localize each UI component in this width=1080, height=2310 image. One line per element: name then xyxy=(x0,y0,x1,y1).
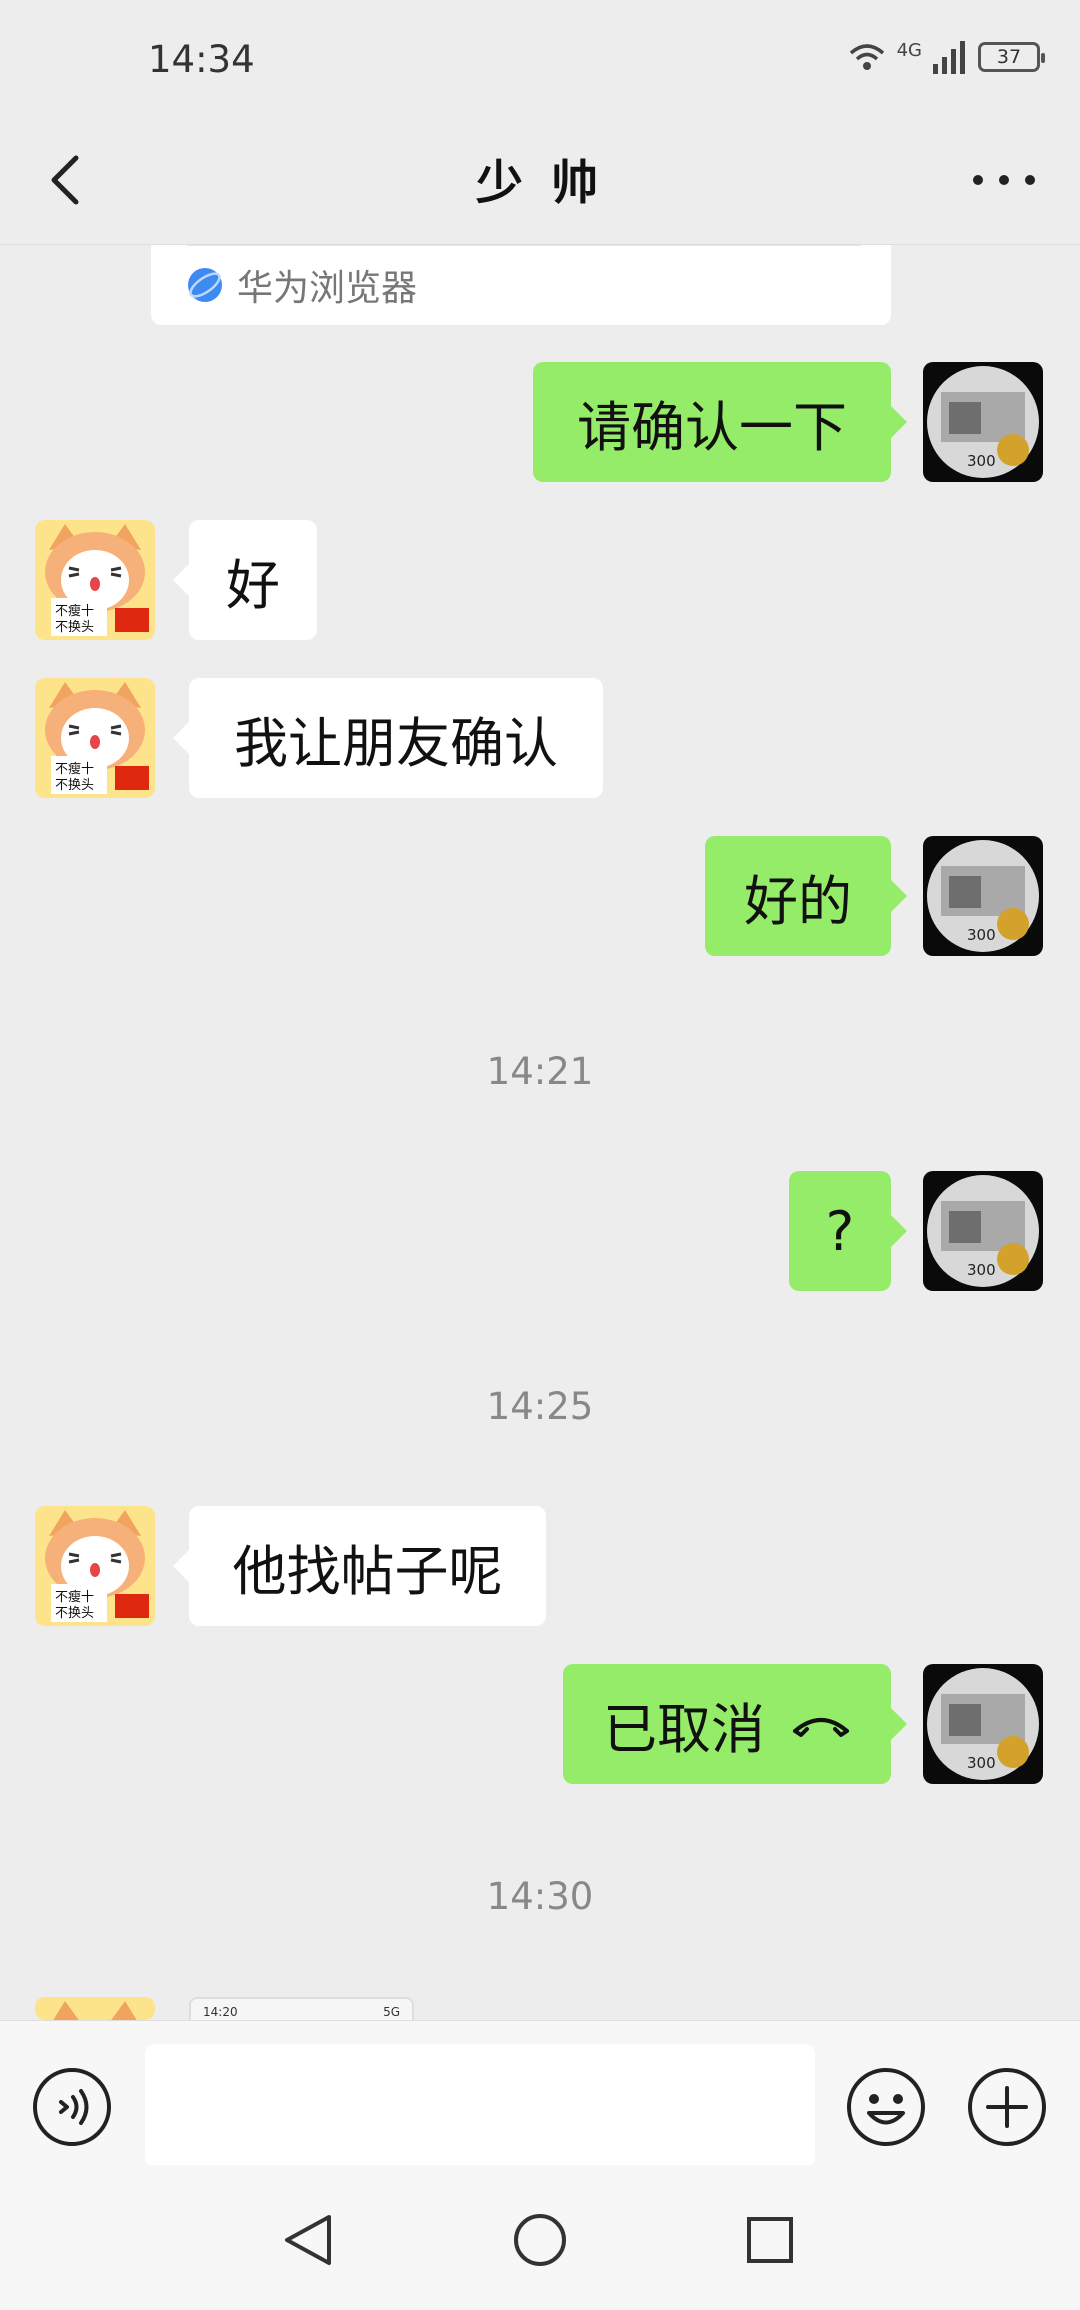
received-message-bubble[interactable]: 我让朋友确认 xyxy=(173,678,603,798)
message-text: 已取消 xyxy=(603,1697,765,1761)
cat-avatar-image: 不瘦十 不换头 xyxy=(35,520,155,640)
screenshot-image-message[interactable]: 14:20 5G xyxy=(189,1997,414,2020)
cat-avatar-image: 不瘦十 不换头 xyxy=(35,1506,155,1626)
avatar-label: 300 xyxy=(967,1754,996,1772)
message-timestamp: 14:30 xyxy=(486,1875,594,1918)
avatar-label: 300 xyxy=(967,452,996,470)
battery-icon: 37 xyxy=(978,42,1045,72)
status-time: 14:34 xyxy=(148,38,255,81)
avatar-label: 300 xyxy=(967,926,996,944)
contact-avatar[interactable]: 不瘦十 不换头 xyxy=(35,678,155,798)
image-thumbnail-network: 5G xyxy=(383,2005,400,2019)
message-input-bar xyxy=(0,2020,1080,2168)
divider xyxy=(187,245,861,246)
link-source-label: 华为浏览器 xyxy=(237,268,418,309)
cat-avatar-image xyxy=(35,1997,155,2020)
contact-avatar[interactable]: 不瘦十 不换头 xyxy=(35,1506,155,1626)
nav-back-triangle-icon[interactable] xyxy=(273,2205,343,2275)
contact-avatar[interactable]: 不瘦十 不换头 xyxy=(35,520,155,640)
message-input[interactable] xyxy=(145,2044,815,2168)
message-timestamp: 14:21 xyxy=(486,1050,594,1093)
sent-message-bubble[interactable]: ? xyxy=(789,1171,907,1291)
avatar-label: 300 xyxy=(967,1261,996,1279)
message-text: 我让朋友确认 xyxy=(234,711,558,775)
message-text: 好的 xyxy=(744,869,852,933)
emoji-icon[interactable] xyxy=(845,2066,927,2148)
my-avatar[interactable]: 300 xyxy=(923,836,1043,956)
my-avatar[interactable]: 300 xyxy=(923,362,1043,482)
chat-area[interactable]: 华为浏览器 请确认一下 300 不瘦十 不换头 好 不瘦十 不换头 我让朋友确认… xyxy=(0,245,1080,2020)
system-navigation-bar xyxy=(0,2165,1080,2310)
coin-avatar-image: 300 xyxy=(923,836,1043,956)
message-text: ? xyxy=(825,1199,855,1263)
avatar-caption: 不换头 xyxy=(55,620,94,635)
avatar-caption: 不瘦十 xyxy=(55,603,94,619)
sent-message-bubble[interactable]: 请确认一下 xyxy=(533,362,907,482)
call-cancelled-icon xyxy=(793,1718,849,1737)
chat-header: 少 帅 xyxy=(0,120,1080,245)
status-bar: 14:34 4G 37 xyxy=(0,0,1080,120)
avatar-caption: 不瘦十 xyxy=(55,1589,94,1605)
message-text: 请确认一下 xyxy=(577,395,847,459)
avatar-caption: 不换头 xyxy=(55,1606,94,1621)
avatar-caption: 不瘦十 xyxy=(55,761,94,777)
voice-input-icon[interactable] xyxy=(31,2066,113,2148)
received-message-bubble[interactable]: 他找帖子呢 xyxy=(173,1506,546,1626)
nav-home-circle-icon[interactable] xyxy=(505,2205,575,2275)
browser-icon xyxy=(188,268,222,302)
wifi-icon xyxy=(849,44,884,70)
chat-title: 少 帅 xyxy=(475,156,605,211)
sent-message-bubble[interactable]: 好的 xyxy=(705,836,907,956)
message-timestamp: 14:25 xyxy=(486,1385,594,1428)
plus-icon[interactable] xyxy=(966,2066,1048,2148)
cat-avatar-image: 不瘦十 不换头 xyxy=(35,678,155,798)
shared-link-card[interactable]: 华为浏览器 xyxy=(151,245,891,325)
coin-avatar-image: 300 xyxy=(923,1664,1043,1784)
message-text: 好 xyxy=(226,553,280,617)
status-icons: 4G 37 xyxy=(847,39,1045,74)
battery-level: 37 xyxy=(996,46,1022,68)
nav-recents-square-icon[interactable] xyxy=(735,2205,805,2275)
coin-avatar-image: 300 xyxy=(923,362,1043,482)
signal-icon xyxy=(933,41,965,74)
network-type-label: 4G xyxy=(896,39,922,61)
my-avatar[interactable]: 300 xyxy=(923,1664,1043,1784)
avatar-caption: 不换头 xyxy=(55,778,94,793)
received-message-bubble[interactable]: 好 xyxy=(173,520,317,640)
coin-avatar-image: 300 xyxy=(923,1171,1043,1291)
more-options-icon[interactable] xyxy=(964,150,1044,210)
message-text: 他找帖子呢 xyxy=(232,1539,503,1603)
contact-avatar[interactable] xyxy=(35,1997,155,2020)
call-record-bubble[interactable]: 已取消 xyxy=(563,1664,907,1784)
my-avatar[interactable]: 300 xyxy=(923,1171,1043,1291)
image-thumbnail-time: 14:20 xyxy=(203,2005,238,2019)
